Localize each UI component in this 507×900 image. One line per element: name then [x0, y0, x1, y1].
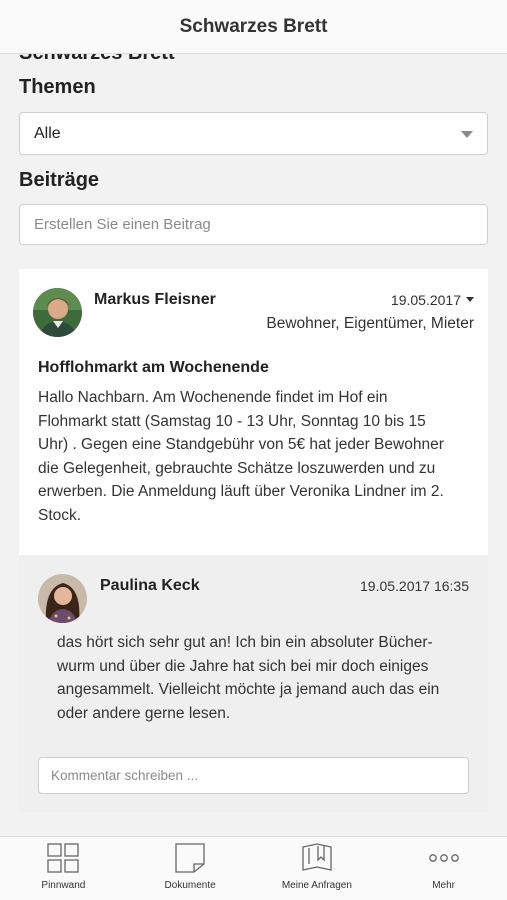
- tab-mehr[interactable]: Mehr: [380, 837, 507, 900]
- post-body-line: erwerben. Die Anmeldung läuft über Veron…: [38, 483, 444, 500]
- main-content: Schwarzes Brett Themen Alle Beiträge Mar…: [0, 54, 507, 836]
- tab-label: Pinnwand: [41, 880, 86, 891]
- posts-label: Beiträge: [19, 169, 100, 191]
- comment-body: das hört sich sehr gut an! Ich bin ein a…: [57, 631, 477, 725]
- post-title: Hofflohmarkt am Wochenende: [38, 359, 269, 376]
- grid-icon: [46, 842, 80, 874]
- author-avatar[interactable]: [33, 288, 82, 337]
- post-body-line: Flohmarkt statt (Samstag 10 - 13 Uhr, So…: [38, 412, 426, 430]
- scrolled-page-title: Schwarzes Brett: [19, 54, 175, 65]
- post-body-line: Stock.: [38, 506, 82, 524]
- themes-select[interactable]: Alle: [19, 112, 488, 155]
- comment-body-line: wurm und über die Jahre hat sich bei mir…: [57, 657, 429, 675]
- post-body: Hallo Nachbarn. Am Wochenende findet im …: [38, 386, 478, 527]
- themes-label: Themen: [19, 76, 96, 98]
- post-card: Markus Fleisner 19.05.2017 Bewohner, Eig…: [19, 269, 488, 812]
- post-body-line: Hallo Nachbarn. Am Wochenende findet im …: [38, 389, 388, 406]
- comment-input[interactable]: [38, 757, 469, 794]
- tab-label: Dokumente: [164, 880, 216, 891]
- create-post-input[interactable]: [19, 204, 488, 245]
- commenter-avatar[interactable]: [38, 574, 87, 623]
- comment-section: Paulina Keck 19.05.2017 16:35 das hört s…: [19, 555, 488, 812]
- chevron-down-icon: [461, 131, 473, 138]
- post-date: 19.05.2017: [390, 292, 461, 308]
- post-body-line: Uhr) . Gegen eine Standgebühr von 5€ hat…: [38, 436, 444, 453]
- tab-dokumente[interactable]: Dokumente: [127, 837, 254, 900]
- tab-pinnwand[interactable]: Pinnwand: [0, 837, 127, 900]
- chevron-down-icon[interactable]: [466, 297, 474, 302]
- app-header: Schwarzes Brett: [0, 0, 507, 54]
- requests-icon: [300, 842, 334, 874]
- document-icon: [173, 842, 207, 874]
- post-audience: Bewohner, Eigentümer, Mieter: [266, 315, 474, 332]
- comment-body-line: angesammelt. Vielleicht möchte ja jemand…: [57, 681, 440, 698]
- tab-label: Mehr: [432, 880, 456, 891]
- comment-author-name[interactable]: Paulina Keck: [100, 577, 200, 595]
- more-icon: [427, 842, 461, 874]
- page-title: Schwarzes Brett: [179, 15, 328, 37]
- comment-body-line: oder andere gerne lesen.: [57, 704, 231, 722]
- bottom-tab-bar: Pinnwand Dokumente Meine Anfragen Mehr: [0, 836, 507, 900]
- post-author-name[interactable]: Markus Fleisner: [94, 291, 216, 309]
- comment-date: 19.05.2017 16:35: [360, 578, 469, 594]
- themes-select-value: Alle: [34, 124, 61, 142]
- post-body-line: die Gelegenheit, gebrauchte Schätze losz…: [38, 459, 436, 477]
- comment-body-line: das hört sich sehr gut an! Ich bin ein a…: [57, 634, 433, 651]
- tab-meine-anfragen[interactable]: Meine Anfragen: [254, 837, 381, 900]
- tab-label: Meine Anfragen: [281, 880, 352, 891]
